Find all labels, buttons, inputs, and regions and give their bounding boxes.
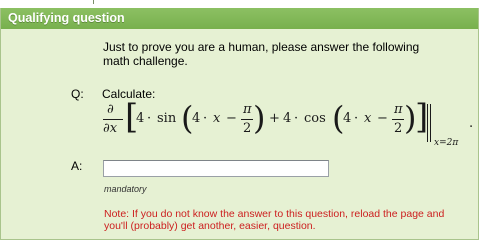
pi-fraction-bar-1 <box>241 119 253 120</box>
pi-2: π <box>394 102 403 117</box>
minus-1: − <box>226 111 237 126</box>
pi-fraction-bar-2 <box>392 119 404 120</box>
cos-func: cos <box>304 111 326 126</box>
math-expression: ∂ ∂x [ 4 · sin ( 4 · x − π 2 ) + 4 · cos… <box>101 99 480 158</box>
answer-label: A: <box>71 159 83 173</box>
coef-2: 4 <box>192 111 201 126</box>
qualifying-question-panel: Qualifying question Just to prove you ar… <box>0 8 479 240</box>
coef-4: 4 <box>343 111 352 126</box>
var-x-2: x <box>364 111 372 126</box>
separator-tick <box>93 0 94 4</box>
mandatory-hint: mandatory <box>104 184 147 194</box>
derivative-fraction-bar <box>103 119 123 120</box>
evaluation-bar-2 <box>430 104 431 142</box>
dot-1: · <box>147 111 152 126</box>
evaluation-bar-1 <box>427 104 428 142</box>
top-strip <box>0 0 480 8</box>
plus-sign: + <box>269 111 280 126</box>
period: . <box>469 116 474 131</box>
dot-2: · <box>203 111 208 126</box>
right-paren-1: ) <box>253 99 266 137</box>
note-text: Note: If you do not know the answer to t… <box>104 208 445 232</box>
pi-1: π <box>243 102 252 117</box>
sin-func: sin <box>157 111 177 126</box>
coef-3: 4 <box>283 111 292 126</box>
question-label: Q: <box>71 87 84 101</box>
intro-text: Just to prove you are a human, please an… <box>103 40 420 68</box>
two-2: 2 <box>394 121 403 136</box>
panel-title: Qualifying question <box>1 8 478 29</box>
var-x-1: x <box>213 111 221 126</box>
two-1: 2 <box>243 121 252 136</box>
coef-1: 4 <box>136 111 145 126</box>
partial-x: ∂x <box>103 121 118 136</box>
minus-2: − <box>377 111 388 126</box>
dot-3: · <box>294 111 299 126</box>
dot-4: · <box>354 111 359 126</box>
evaluation-point: x=2π <box>434 138 459 148</box>
partial-symbol: ∂ <box>107 102 114 117</box>
answer-input[interactable] <box>103 160 329 177</box>
